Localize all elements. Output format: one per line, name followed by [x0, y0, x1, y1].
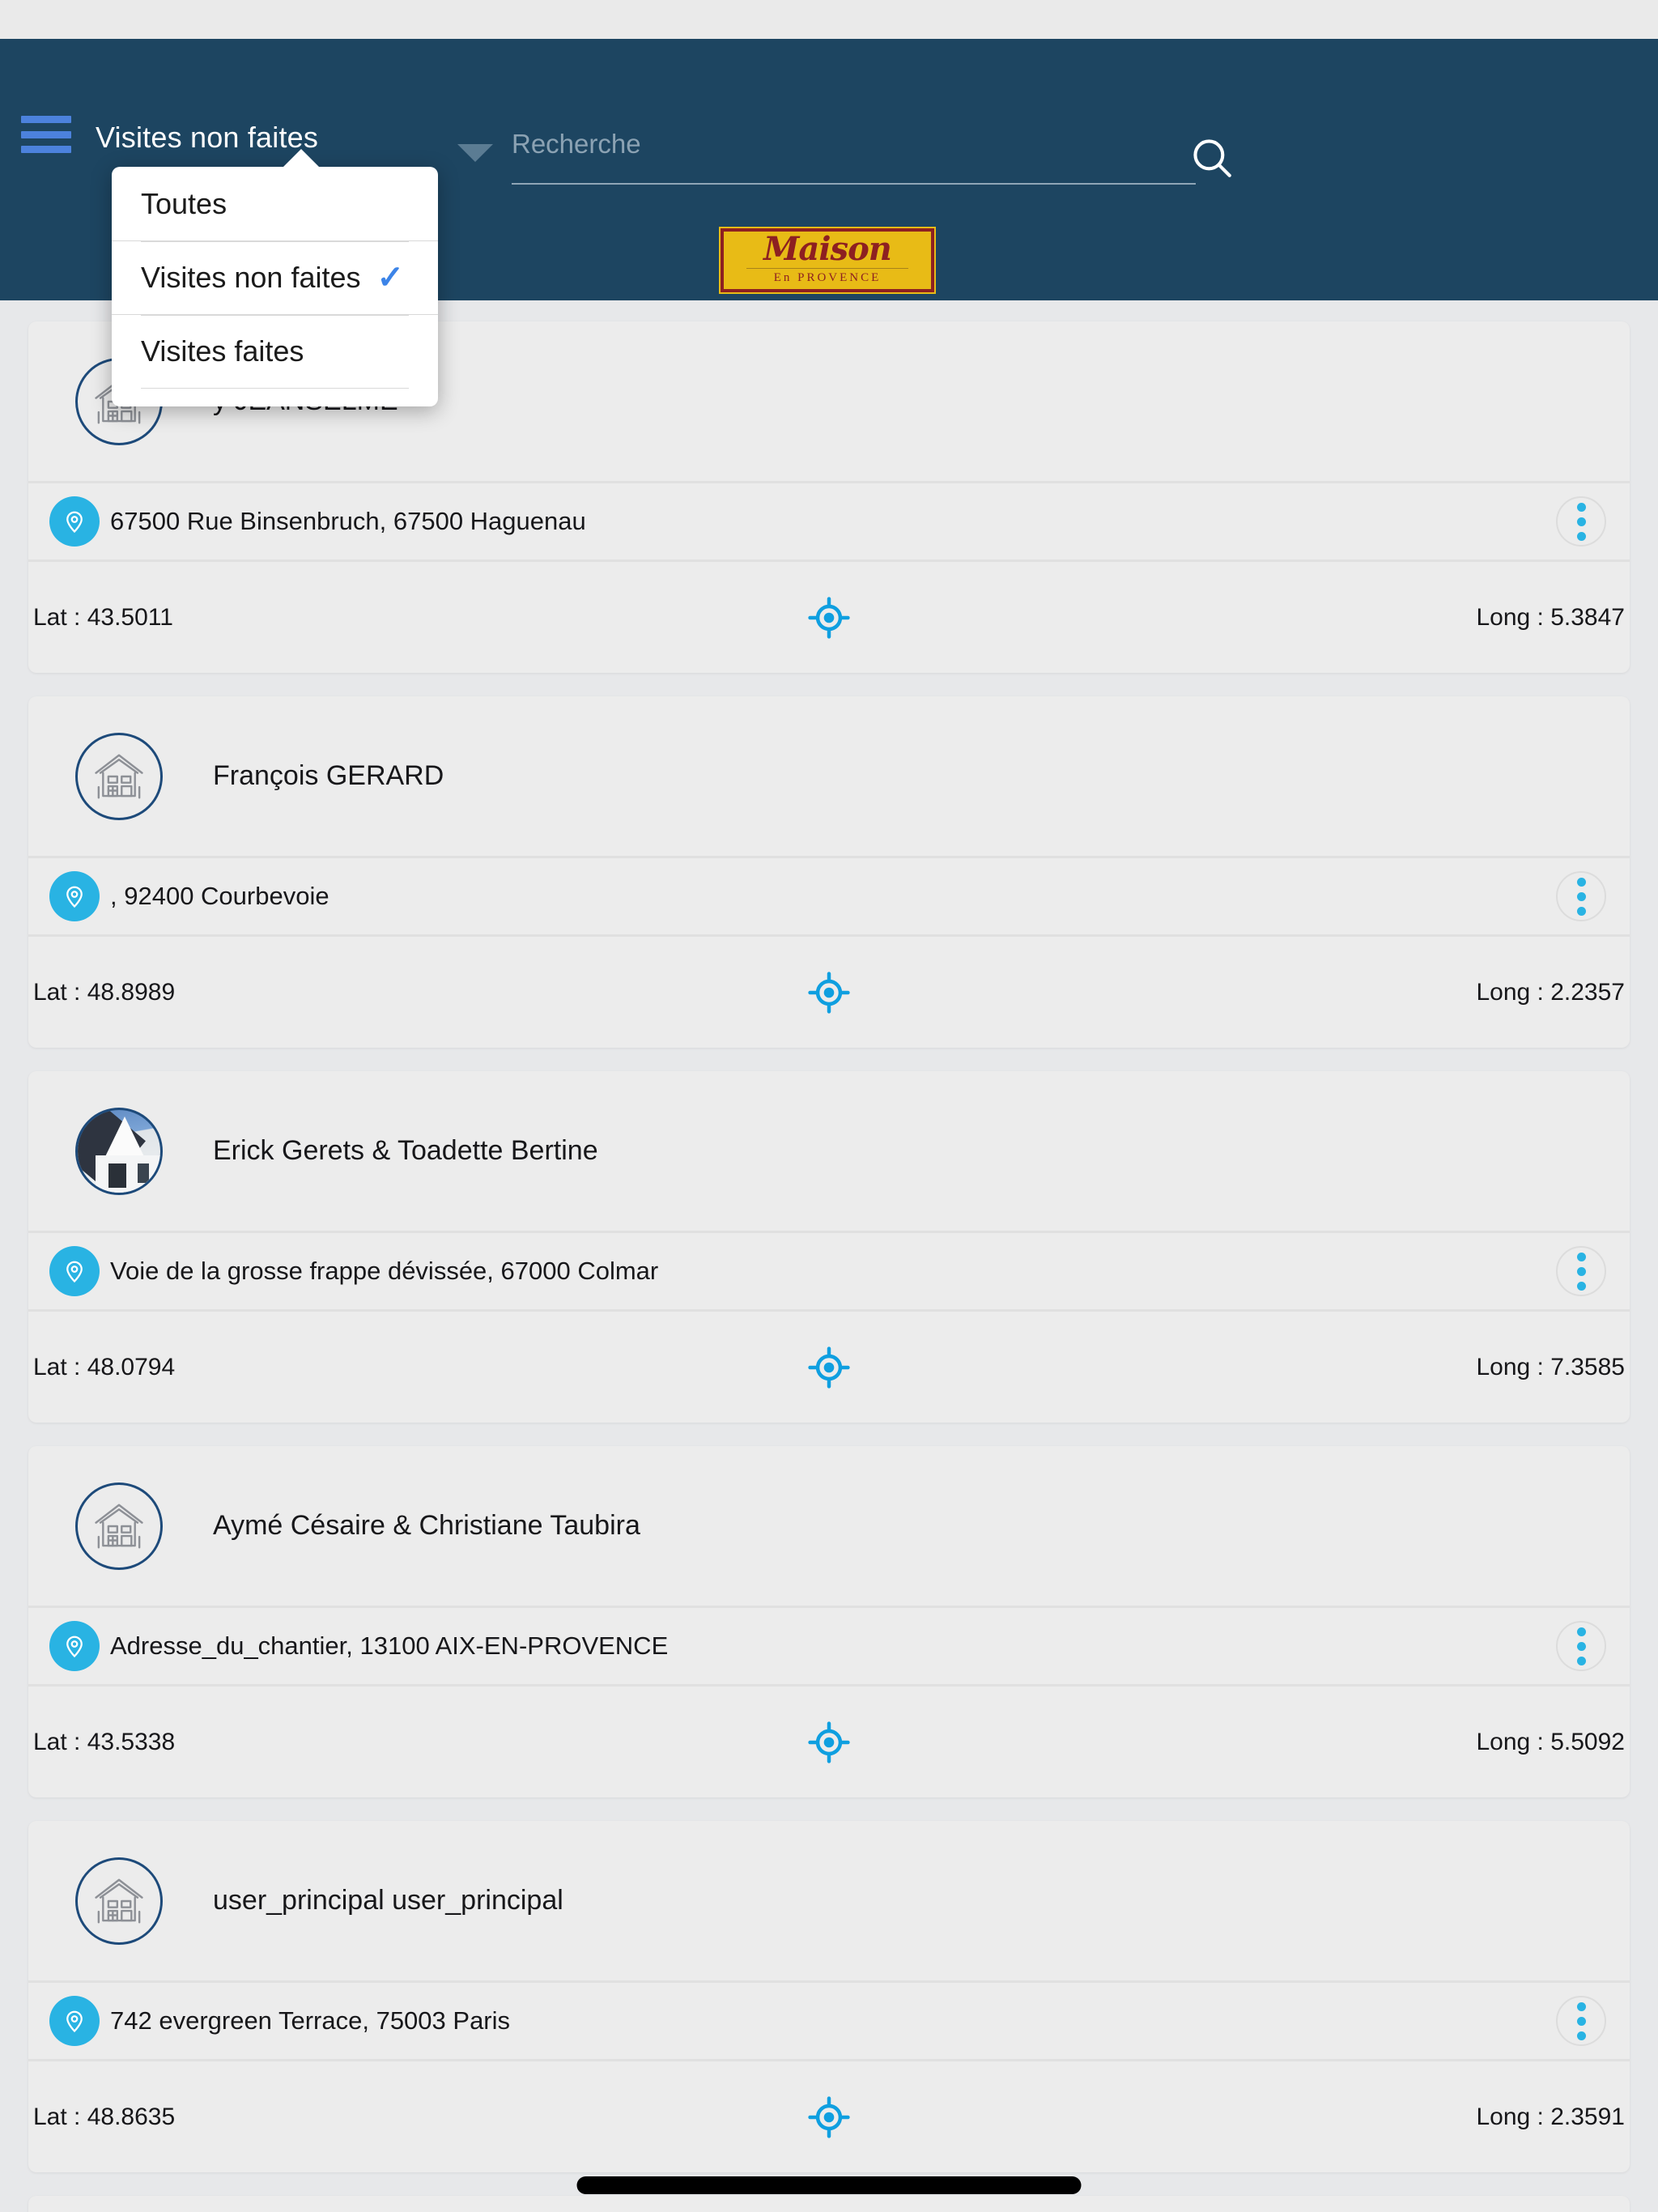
- latitude-value: Lat : 48.8635: [33, 2103, 176, 2130]
- address-row[interactable]: , 92400 Courbevoie: [28, 856, 1630, 937]
- home-indicator-bar[interactable]: [576, 2176, 1082, 2194]
- status-bar: [0, 0, 1658, 39]
- latitude-value: Lat : 48.0794: [33, 1353, 176, 1380]
- address-text: 67500 Rue Binsenbruch, 67500 Haguenau: [110, 507, 586, 535]
- house-outline-icon: [75, 732, 163, 820]
- address-row[interactable]: 67500 Rue Binsenbruch, 67500 Haguenau: [28, 481, 1630, 562]
- map-pin-icon: [49, 496, 100, 547]
- search-field[interactable]: [512, 120, 1196, 185]
- address-text: , 92400 Courbevoie: [110, 882, 329, 910]
- map-pin-icon: [49, 1996, 100, 2046]
- kebab-menu-icon[interactable]: [1556, 1621, 1606, 1671]
- dropdown-item-visites-faites[interactable]: Visites faites: [112, 314, 438, 388]
- gps-target-icon[interactable]: [807, 596, 851, 640]
- client-name: Erick Gerets & Toadette Bertine: [213, 1135, 598, 1166]
- latitude-value: Lat : 43.5338: [33, 1728, 176, 1755]
- gps-target-icon[interactable]: [807, 2095, 851, 2139]
- visits-list: y JEANSELME 67500 Rue Binsenbruch, 67500…: [0, 300, 1658, 2212]
- address-text: 742 evergreen Terrace, 75003 Paris: [110, 2006, 511, 2035]
- longitude-value: Long : 2.2357: [1476, 978, 1625, 1006]
- coordinates-row: Lat : 43.5338 Long : 5.5092: [28, 1687, 1630, 1797]
- longitude-value: Long : 5.5092: [1476, 1728, 1625, 1755]
- dropdown-item-label: Visites non faites: [141, 261, 361, 294]
- dropdown-bottom-divider: [141, 388, 409, 389]
- address-text: Adresse_du_chantier, 13100 AIX-EN-PROVEN…: [110, 1631, 669, 1660]
- check-icon: ✓: [376, 260, 404, 296]
- logo-wordmark: Maison: [763, 230, 892, 268]
- address-row[interactable]: Voie de la grosse frappe dévissée, 67000…: [28, 1231, 1630, 1312]
- latitude-value: Lat : 43.5011: [33, 603, 173, 631]
- longitude-value: Long : 2.3591: [1476, 2103, 1625, 2130]
- dropdown-arrow: [282, 149, 321, 168]
- house-outline-icon: [75, 1857, 163, 1945]
- card-header: testPRENOM testNom: [28, 2196, 1630, 2212]
- table-row[interactable]: Aymé Césaire & Christiane Taubira Adress…: [28, 1446, 1630, 1797]
- table-row[interactable]: François GERARD , 92400 Courbevoie Lat :…: [28, 696, 1630, 1048]
- kebab-menu-icon[interactable]: [1556, 496, 1606, 547]
- coordinates-row: Lat : 48.0794 Long : 7.3585: [28, 1312, 1630, 1423]
- logo-tagline: En PROVENCE: [773, 271, 882, 284]
- kebab-menu-icon[interactable]: [1556, 1246, 1606, 1296]
- app-root: Visites non faites Maison En PROVENCE To…: [0, 0, 1658, 2212]
- kebab-menu-icon[interactable]: [1556, 871, 1606, 921]
- kebab-menu-icon[interactable]: [1556, 1996, 1606, 2046]
- house-outline-icon: [75, 1482, 163, 1570]
- dropdown-item-label: Visites faites: [141, 334, 304, 368]
- table-row[interactable]: testPRENOM testNom Une adresse de chanti…: [28, 2196, 1630, 2212]
- client-name: user_principal user_principal: [213, 1885, 563, 1916]
- gps-target-icon[interactable]: [807, 1721, 851, 1764]
- hamburger-icon[interactable]: [21, 116, 71, 153]
- address-row[interactable]: 742 evergreen Terrace, 75003 Paris: [28, 1980, 1630, 2061]
- longitude-value: Long : 5.3847: [1476, 603, 1625, 631]
- latitude-value: Lat : 48.8989: [33, 978, 176, 1006]
- house-photo-avatar: [75, 1107, 163, 1195]
- logo-divider: [746, 268, 908, 269]
- card-header: Erick Gerets & Toadette Bertine: [28, 1071, 1630, 1231]
- coordinates-row: Lat : 43.5011 Long : 5.3847: [28, 562, 1630, 673]
- brand-logo: Maison En PROVENCE: [721, 228, 934, 292]
- address-row[interactable]: Adresse_du_chantier, 13100 AIX-EN-PROVEN…: [28, 1606, 1630, 1687]
- dropdown-item-label: Toutes: [141, 186, 227, 220]
- map-pin-icon: [49, 871, 100, 921]
- card-header: Aymé Césaire & Christiane Taubira: [28, 1446, 1630, 1606]
- map-pin-icon: [49, 1246, 100, 1296]
- search-input[interactable]: [512, 120, 1196, 168]
- card-header: user_principal user_principal: [28, 1821, 1630, 1980]
- address-text: Voie de la grosse frappe dévissée, 67000…: [110, 1257, 659, 1285]
- client-name: François GERARD: [213, 760, 444, 791]
- longitude-value: Long : 7.3585: [1476, 1353, 1625, 1380]
- coordinates-row: Lat : 48.8635 Long : 2.3591: [28, 2061, 1630, 2172]
- gps-target-icon[interactable]: [807, 1346, 851, 1389]
- search-icon[interactable]: [1188, 134, 1235, 181]
- dropdown-item-visites-non-faites[interactable]: Visites non faites ✓: [112, 240, 438, 314]
- table-row[interactable]: user_principal user_principal 742 evergr…: [28, 1821, 1630, 2172]
- dropdown-item-toutes[interactable]: Toutes: [112, 167, 438, 240]
- table-row[interactable]: Erick Gerets & Toadette Bertine Voie de …: [28, 1071, 1630, 1423]
- client-name: Aymé Césaire & Christiane Taubira: [213, 1510, 640, 1541]
- gps-target-icon[interactable]: [807, 971, 851, 1015]
- card-header: François GERARD: [28, 696, 1630, 856]
- chevron-down-icon[interactable]: [457, 144, 493, 162]
- filter-dropdown-menu[interactable]: Toutes Visites non faites ✓ Visites fait…: [112, 149, 438, 406]
- map-pin-icon: [49, 1621, 100, 1671]
- coordinates-row: Lat : 48.8989 Long : 2.2357: [28, 937, 1630, 1048]
